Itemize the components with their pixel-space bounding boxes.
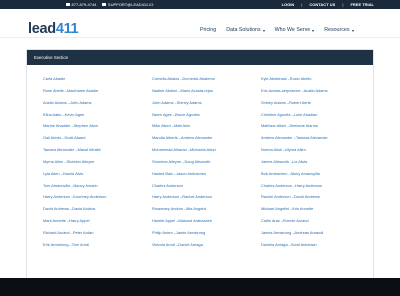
directory-link[interactable]: Erik Armstrong –Tom Arndl — [43, 239, 152, 251]
directory-link[interactable]: Tamara Alexander –Masal Alhalbi — [43, 144, 152, 156]
chevron-down-icon — [312, 29, 315, 32]
nav-label: Data Solutions — [226, 27, 261, 33]
directory-column-3: Kyle Abdelnasi –Rocio Abello Eric Acosta… — [261, 73, 370, 251]
directory-link[interactable]: Mohammad Alharan –Michaela Alizzi — [152, 144, 261, 156]
directory-link[interactable]: David Andrews –David Andros — [43, 203, 152, 215]
directory-link[interactable]: James Allsworth –Liz Alwis — [261, 156, 370, 168]
directory-link[interactable]: Kyle Abdelnasi –Rocio Abello — [261, 73, 370, 85]
directory-link[interactable]: Caitin Araz –Ronnie Arcand — [261, 215, 370, 227]
directory-link[interactable]: Harry Anderson –Kourtney Anderson — [43, 191, 152, 203]
mail-icon — [102, 3, 107, 6]
chevron-down-icon — [262, 29, 265, 32]
email-link[interactable]: SUPPORT@LEAD411.IO — [102, 2, 153, 7]
top-utility-bar: 877-879-4744 SUPPORT@LEAD411.IO LOGIN | … — [0, 0, 400, 9]
directory-link[interactable]: Philip Arden –Jamie Armstrong — [152, 227, 261, 239]
phone-link[interactable]: 877-879-4744 — [66, 2, 96, 7]
logo[interactable]: lead411 — [28, 21, 79, 37]
panel-title: Executive Section — [27, 50, 373, 65]
directory-link[interactable]: Rose Abelle –Macthame Abadie — [43, 85, 152, 97]
nav-resources[interactable]: Resources — [324, 27, 354, 33]
nav-label: Resources — [324, 27, 350, 33]
directory-link[interactable]: Daniela Arriaga –Scott Ashdown — [261, 239, 370, 251]
bottom-dark-bar — [0, 278, 400, 296]
directory-link[interactable]: Eric Acosta-serpeselce –Austin Adams — [261, 85, 370, 97]
nav-pricing[interactable]: Pricing — [200, 27, 216, 33]
directory-link[interactable]: Tom Amanuville –Nancy Amarin — [43, 180, 152, 192]
directory-link[interactable]: Myrna Allen –Sheldon Alleyne — [43, 156, 152, 168]
divider: | — [301, 2, 303, 7]
login-link[interactable]: LOGIN — [282, 2, 295, 7]
contact-info: 877-879-4744 SUPPORT@LEAD411.IO — [66, 0, 153, 9]
directory-link[interactable]: John Adams –Shirley Adams — [152, 97, 261, 109]
email-address: SUPPORT@LEAD411.IO — [107, 2, 154, 7]
directory-link[interactable]: Shirley Adams –Robert Aerts — [261, 97, 370, 109]
directory-link[interactable]: Bob Ambachen –Nicky Amazuyilla — [261, 168, 370, 180]
directory-link[interactable]: Richard Arcand –Peter Ardan — [43, 227, 152, 239]
site-header: lead411 Pricing Data Solutions Who We Se… — [0, 9, 400, 38]
executive-directory-panel: Executive Section Carla Abadie Rose Abel… — [26, 49, 374, 296]
free-trial-link[interactable]: FREE TRIAL — [350, 2, 374, 7]
directory-link[interactable]: Christine Agnotte –Luke Ahadian — [261, 109, 370, 121]
directory-link[interactable]: Norma Alloh –Myrna Allen — [261, 144, 370, 156]
contact-us-link[interactable]: CONTACT US — [309, 2, 335, 7]
directory-link[interactable]: Austin Adams –John Adams — [43, 97, 152, 109]
directory-link[interactable]: Victoria Arnot –Daniel Arriaga — [152, 239, 261, 251]
phone-number: 877-879-4744 — [71, 2, 97, 7]
nav-who-we-serve[interactable]: Who We Serve — [275, 27, 315, 33]
directory-link[interactable]: Rachel Anderson –David Andrews — [261, 191, 370, 203]
nav-data-solutions[interactable]: Data Solutions — [226, 27, 265, 33]
directory-column-1: Carla Abadie Rose Abelle –Macthame Abadi… — [43, 73, 152, 251]
directory-link[interactable]: Michael Angelini –Kris Annette — [261, 203, 370, 215]
directory-column-2: Cornelia Abalos –Dominick Abatemo Nadine… — [152, 73, 261, 251]
directory-link[interactable]: Ellna Aaito –Kevin Agee — [43, 109, 152, 121]
directory-link[interactable]: Rosemary Andros –Mia Angeloi — [152, 203, 261, 215]
directory-link[interactable]: Andrew Alexander –Tameas Alexander — [261, 132, 370, 144]
directory-link[interactable]: Nadine Abdine –Mario Acosta-rejas — [152, 85, 261, 97]
directory-columns: Carla Abadie Rose Abelle –Macthame Abadi… — [27, 65, 373, 251]
phone-icon — [66, 3, 70, 6]
directory-link[interactable]: James Armstrong –Andreas Arnaudi — [261, 227, 370, 239]
directory-link[interactable]: Hasted Baix –Jason Ambachen — [152, 168, 261, 180]
directory-link[interactable]: Hamlet Appel –Masoud Arabzadeh — [152, 215, 261, 227]
directory-link[interactable]: Mike Aiken –Matt Akin — [152, 120, 261, 132]
directory-link[interactable]: Matthew Aiken –Seekane Alarms — [261, 120, 370, 132]
directory-link[interactable]: Cornelia Abalos –Dominick Abatemo — [152, 73, 261, 85]
directory-link[interactable]: Mandla Alberts –Andrew Alexander — [152, 132, 261, 144]
directory-link[interactable]: Charles Anderson –Harry Anderson — [261, 180, 370, 192]
directory-link[interactable]: Charles Anderson — [152, 180, 261, 192]
directory-link[interactable]: Lyla Alien –Harold Alvis — [43, 168, 152, 180]
nav-label: Pricing — [200, 27, 217, 33]
account-links: LOGIN | CONTACT US | FREE TRIAL — [282, 0, 374, 9]
main-nav: Pricing Data Solutions Who We Serve Reso… — [200, 27, 354, 33]
directory-link[interactable]: Carla Abadie — [43, 73, 152, 85]
directory-link[interactable]: Gail Alexis –Scott Alaard — [43, 132, 152, 144]
directory-link[interactable]: Marine Ahadder –Stephen Aiton — [43, 120, 152, 132]
directory-link[interactable]: Mark Annette –Harry Appel — [43, 215, 152, 227]
directory-link[interactable]: Shonhria Alleyne –Doug Allsworth — [152, 156, 261, 168]
logo-text: lead — [28, 21, 56, 37]
directory-link[interactable]: Nwen Agee –Bruce Agnotta — [152, 109, 261, 121]
directory-link[interactable]: Harry Anderson –Rachel Anderson — [152, 191, 261, 203]
nav-label: Who We Serve — [274, 27, 311, 33]
chevron-down-icon — [351, 29, 354, 32]
logo-accent: 411 — [55, 21, 79, 37]
divider: | — [342, 2, 344, 7]
